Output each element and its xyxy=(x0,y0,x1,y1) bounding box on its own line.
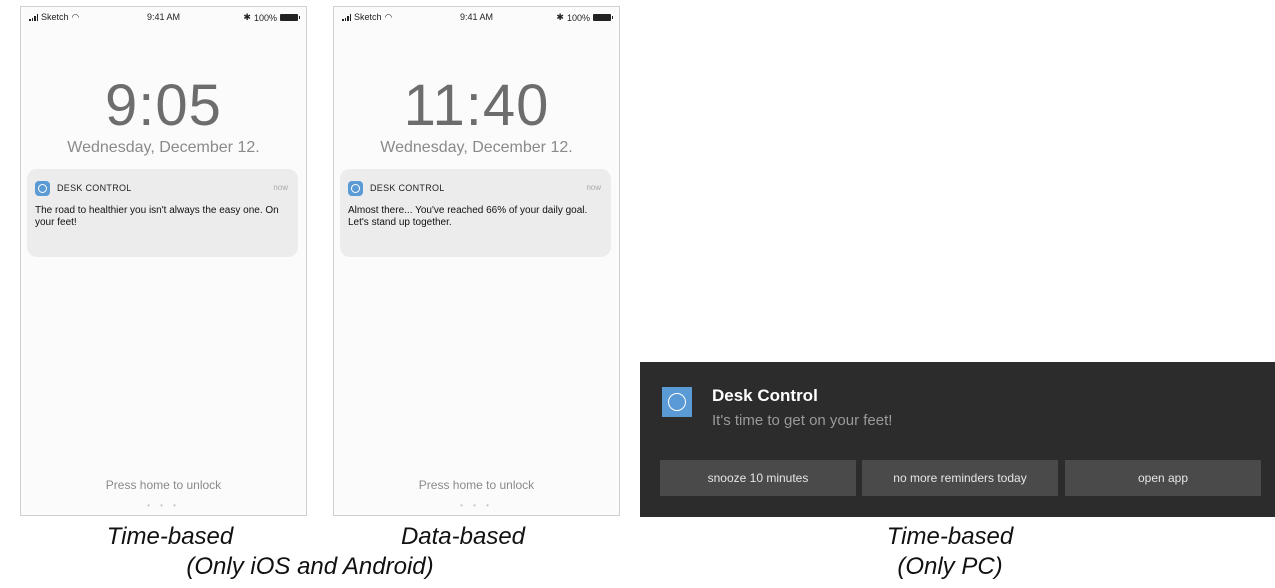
notification-app-name: DESK CONTROL xyxy=(57,183,132,193)
notification-time: now xyxy=(273,183,288,192)
desk-control-app-icon xyxy=(662,387,692,417)
desk-control-app-icon xyxy=(348,181,363,196)
push-notification[interactable]: DESK CONTROL now Almost there... You've … xyxy=(340,169,611,257)
caption-phone-1: Time-based xyxy=(106,523,234,550)
battery-icon xyxy=(280,14,300,21)
unlock-hint: Press home to unlock xyxy=(105,478,222,492)
bluetooth-icon: ✱ xyxy=(243,12,251,22)
pc-toast-notification[interactable]: Desk Control It's time to get on your fe… xyxy=(640,362,1275,517)
notification-body: The road to healthier you isn't always t… xyxy=(35,205,279,228)
page-indicator: • • • xyxy=(147,501,180,510)
battery-icon xyxy=(593,14,613,21)
notification-body: Almost there... You've reached 66% of yo… xyxy=(348,205,588,228)
bluetooth-icon: ✱ xyxy=(556,12,564,22)
battery-percentage: 100% xyxy=(566,12,590,23)
caption-pc-note: (Only PC) xyxy=(897,553,1003,580)
caption-pc: Time-based xyxy=(886,523,1014,550)
push-notification[interactable]: DESK CONTROL now The road to healthier y… xyxy=(27,169,298,257)
caption-phone-2: Data-based xyxy=(400,523,526,550)
phone-lockscreen-time-based: Sketch ◠ 9:41 AM ✱ 100% 9:05 Wednesday, … xyxy=(20,6,307,516)
page-indicator: • • • xyxy=(460,501,493,510)
battery-percentage: 100% xyxy=(253,12,277,23)
phone-lockscreen-data-based: Sketch ◠ 9:41 AM ✱ 100% 11:40 Wednesday,… xyxy=(333,6,620,516)
desk-control-app-icon xyxy=(35,181,50,196)
lock-screen-time: 11:40 xyxy=(403,73,550,138)
unlock-hint: Press home to unlock xyxy=(418,478,535,492)
lock-screen-date: Wednesday, December 12. xyxy=(380,139,573,156)
no-more-reminders-button[interactable]: no more reminders today xyxy=(862,460,1058,496)
status-bar: Sketch ◠ 9:41 AM ✱ 100% xyxy=(334,7,619,27)
status-bar: Sketch ◠ 9:41 AM ✱ 100% xyxy=(21,7,306,27)
lock-screen-time: 9:05 xyxy=(105,73,222,138)
notification-app-name: DESK CONTROL xyxy=(370,183,445,193)
lock-screen-date: Wednesday, December 12. xyxy=(67,139,260,156)
toast-title: Desk Control xyxy=(712,386,818,405)
open-app-button[interactable]: open app xyxy=(1065,460,1261,496)
snooze-button[interactable]: snooze 10 minutes xyxy=(660,460,856,496)
toast-message: It's time to get on your feet! xyxy=(712,412,893,429)
notification-time: now xyxy=(586,183,601,192)
caption-mobile-note: (Only iOS and Android) xyxy=(186,553,434,580)
